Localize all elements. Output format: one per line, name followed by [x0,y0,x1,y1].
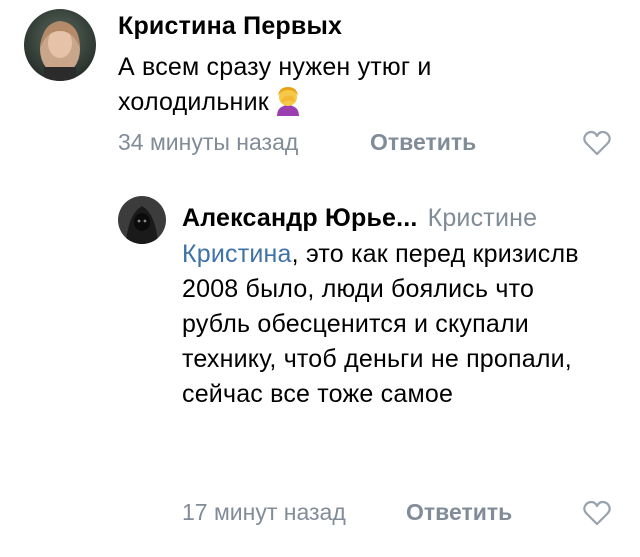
avatar-kristina[interactable] [24,9,96,81]
avatar-photo [118,196,166,244]
comment-author[interactable]: Александр Юрье... Кристине [182,204,537,233]
comment-text: А всем сразу нужен утюг и холодильник [118,50,578,126]
comment-text: Кристина, это как перед кризислв 2008 бы… [182,237,582,412]
reply-button[interactable]: Ответить [406,499,512,526]
comment-timestamp: 34 минуты назад [118,129,299,155]
reply-to-label[interactable]: Кристине [428,204,538,232]
heart-outline-icon[interactable] [583,130,611,156]
comment-timestamp: 17 минут назад [182,499,346,525]
facepalm-emoji-icon [273,86,303,126]
avatar-aleksandr[interactable] [118,196,166,244]
comment-text-line1: , это как перед [291,240,466,268]
author-name[interactable]: Александр Юрье... [182,204,418,232]
heart-outline-icon[interactable] [583,500,611,526]
comment-author[interactable]: Кристина Первых [118,12,342,41]
mention-link[interactable]: Кристина [182,240,292,268]
avatar-photo [24,9,96,81]
reply-button[interactable]: Ответить [370,129,476,156]
